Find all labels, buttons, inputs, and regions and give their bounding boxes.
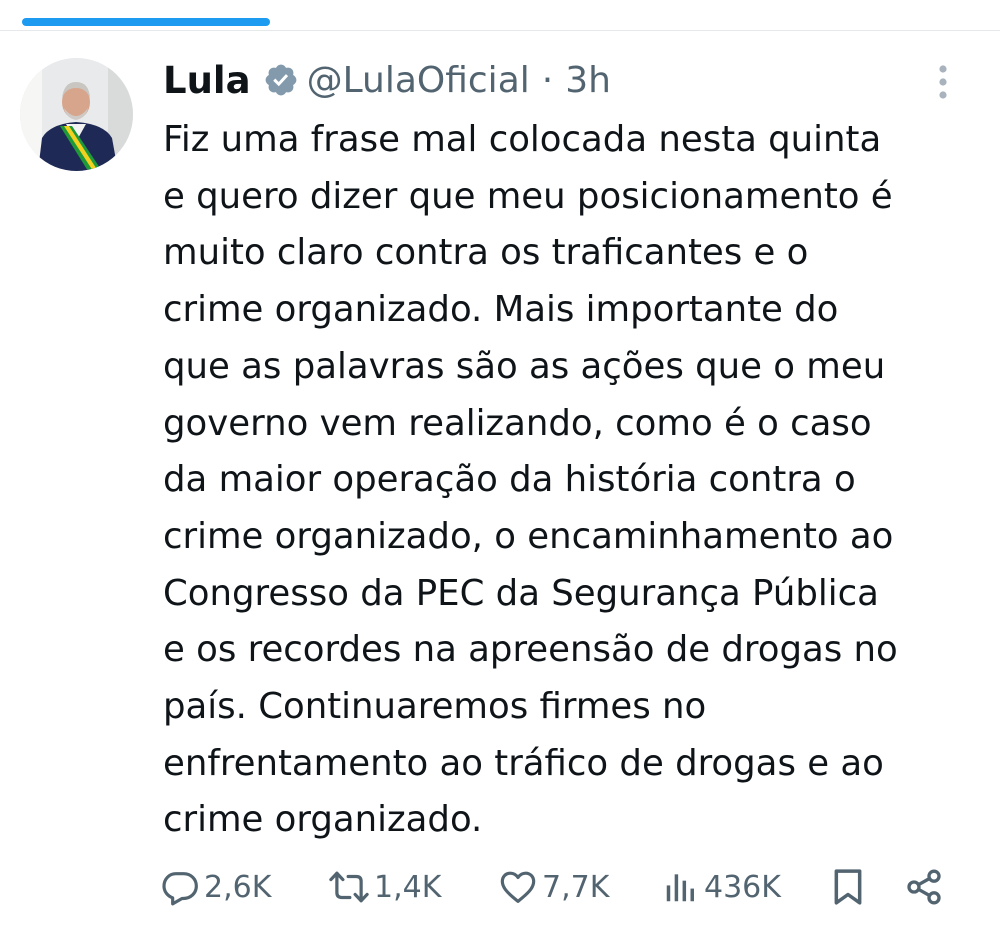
reply-icon: [162, 872, 198, 906]
post-header: Lula @LulaOficial · 3h: [163, 55, 611, 105]
like-button[interactable]: 7,7K: [498, 862, 609, 912]
active-tab-indicator: [22, 18, 270, 26]
verified-badge-icon: [263, 62, 299, 98]
post-text: Fiz uma frase mal colocada nesta quinta …: [163, 119, 898, 841]
reply-button[interactable]: 2,6K: [160, 862, 271, 912]
more-vertical-icon[interactable]: [928, 62, 958, 102]
share-button[interactable]: [904, 862, 944, 912]
views-icon: [666, 874, 694, 902]
repost-count: 1,4K: [374, 869, 442, 905]
post-time[interactable]: 3h: [565, 60, 611, 101]
top-divider: [0, 30, 1000, 31]
repost-icon: [329, 871, 369, 903]
views-button[interactable]: 436K: [662, 862, 781, 912]
repost-button[interactable]: 1,4K: [328, 862, 441, 912]
author-name[interactable]: Lula: [163, 59, 251, 102]
bookmark-icon: [834, 869, 862, 905]
bookmark-button[interactable]: [830, 862, 866, 912]
like-count: 7,7K: [542, 869, 610, 905]
avatar[interactable]: [20, 58, 133, 171]
author-handle[interactable]: @LulaOficial: [307, 60, 530, 101]
share-icon: [907, 869, 941, 905]
reply-count: 2,6K: [204, 869, 272, 905]
heart-icon: [500, 871, 536, 903]
action-bar: 2,6K 1,4K 7,7K 436K: [160, 862, 960, 912]
separator-dot: ·: [541, 59, 554, 101]
view-count: 436K: [704, 869, 781, 905]
